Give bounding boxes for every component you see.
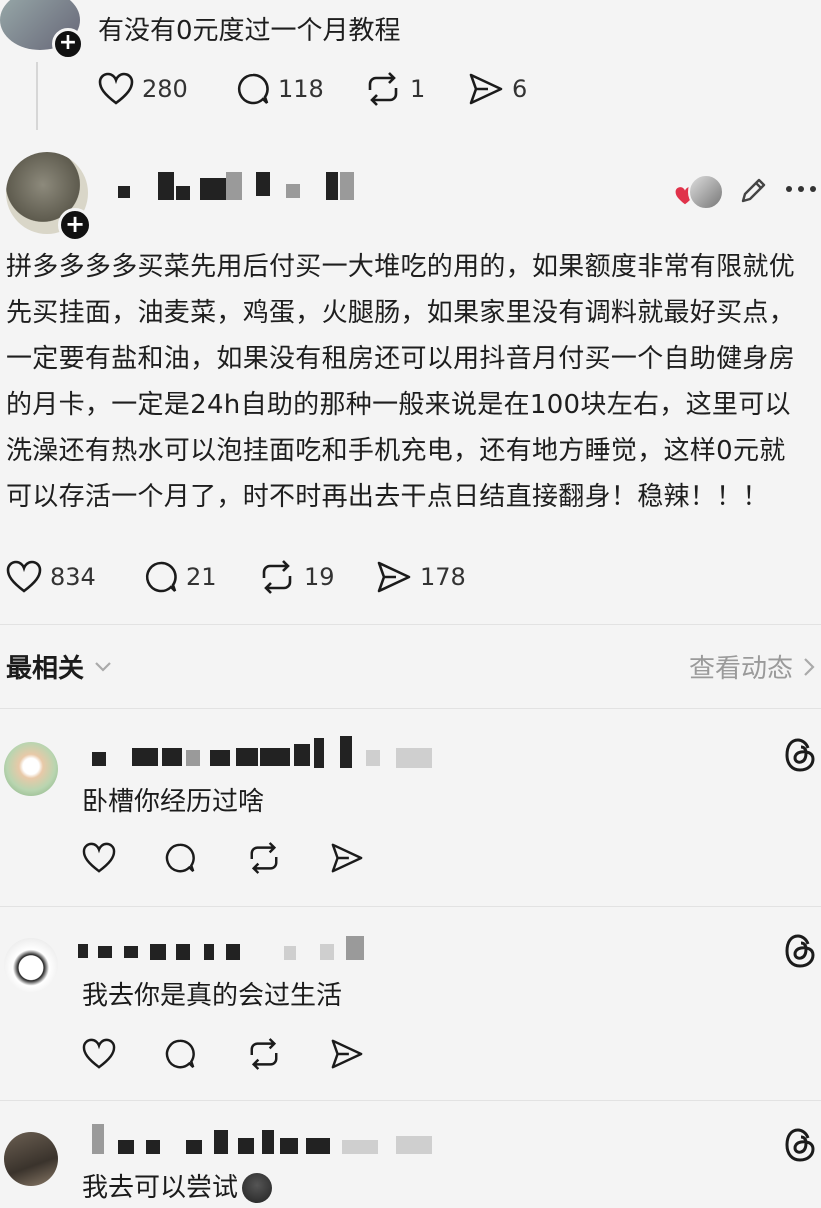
main-comment-button[interactable]: 21	[144, 560, 217, 594]
thread-line	[36, 62, 38, 130]
share-icon	[377, 561, 411, 593]
repost-icon	[250, 1038, 278, 1070]
heart-icon	[82, 842, 116, 873]
threads-icon[interactable]	[784, 738, 816, 772]
comment-text: 我去可以尝试	[82, 1173, 239, 1203]
prev-repost-button[interactable]: 1	[364, 72, 425, 106]
dark-face-emoji-icon	[242, 1173, 273, 1203]
prev-share-button[interactable]: 6	[468, 72, 527, 106]
follow-plus-icon[interactable]: +	[52, 28, 84, 60]
comment-count: 118	[278, 75, 324, 103]
sort-label: 最相关	[6, 654, 85, 684]
share-icon	[331, 843, 363, 873]
threads-icon[interactable]	[784, 934, 816, 968]
comment-reply-button[interactable]	[164, 1038, 196, 1070]
view-activity-link[interactable]: 查看动态	[689, 648, 815, 685]
commenter-avatar[interactable]	[4, 938, 58, 992]
heart-icon	[82, 1038, 116, 1069]
repost-icon	[250, 842, 278, 874]
repost-icon	[262, 560, 292, 594]
comment-text: 我去你是真的会过生活	[82, 981, 343, 1011]
divider	[0, 624, 821, 625]
comment-like-button[interactable]	[82, 842, 116, 874]
main-repost-button[interactable]: 19	[258, 560, 335, 594]
heart-icon	[6, 560, 42, 593]
commenter-avatar[interactable]	[4, 1132, 58, 1186]
comment-icon	[145, 561, 177, 593]
like-count: 280	[142, 75, 188, 103]
repost-count: 19	[304, 563, 335, 591]
repost-icon	[368, 72, 398, 106]
repost-count: 1	[410, 75, 426, 103]
threads-icon[interactable]	[784, 1128, 816, 1162]
comment-count: 21	[186, 563, 217, 591]
comment-share-button[interactable]	[330, 1038, 364, 1070]
liked-by-indicator[interactable]	[672, 172, 724, 210]
more-options-icon[interactable]	[786, 186, 818, 194]
prev-comment-button[interactable]: 118	[236, 72, 324, 106]
share-count: 6	[512, 75, 528, 103]
chevron-down-icon	[95, 661, 111, 672]
comment-share-button[interactable]	[330, 842, 364, 874]
comment-repost-button[interactable]	[246, 1038, 282, 1070]
divider	[0, 1100, 821, 1101]
comment-icon	[165, 843, 195, 873]
comment-text-row: 我去可以尝试	[82, 1168, 273, 1208]
share-icon	[331, 1039, 363, 1069]
main-share-button[interactable]: 178	[376, 560, 466, 594]
view-activity-label: 查看动态	[688, 654, 793, 684]
edit-pencil-icon[interactable]	[738, 176, 768, 206]
heart-icon	[98, 72, 134, 105]
comment-icon	[165, 1039, 195, 1069]
share-icon	[469, 73, 503, 105]
liker-avatar	[688, 174, 724, 210]
prev-post-text: 有没有0元度过一个月教程	[98, 16, 401, 46]
share-count: 178	[420, 563, 466, 591]
divider	[0, 708, 821, 709]
sort-dropdown[interactable]: 最相关	[6, 648, 112, 685]
prev-like-button[interactable]: 280	[98, 72, 188, 106]
main-post-text: 拼多多多多买菜先用后付买一大堆吃的用的，如果额度非常有限就优先买挂面，油麦菜，鸡…	[6, 252, 796, 512]
comment-like-button[interactable]	[82, 1038, 116, 1070]
main-like-button[interactable]: 834	[6, 560, 96, 594]
comment-text: 卧槽你经历过啥	[82, 787, 265, 817]
chevron-right-icon	[804, 657, 815, 676]
follow-plus-icon[interactable]: +	[58, 208, 92, 242]
comment-reply-button[interactable]	[164, 842, 196, 874]
comment-repost-button[interactable]	[246, 842, 282, 874]
divider	[0, 906, 821, 907]
comment-icon	[237, 73, 269, 105]
commenter-avatar[interactable]	[4, 742, 58, 796]
like-count: 834	[50, 563, 96, 591]
